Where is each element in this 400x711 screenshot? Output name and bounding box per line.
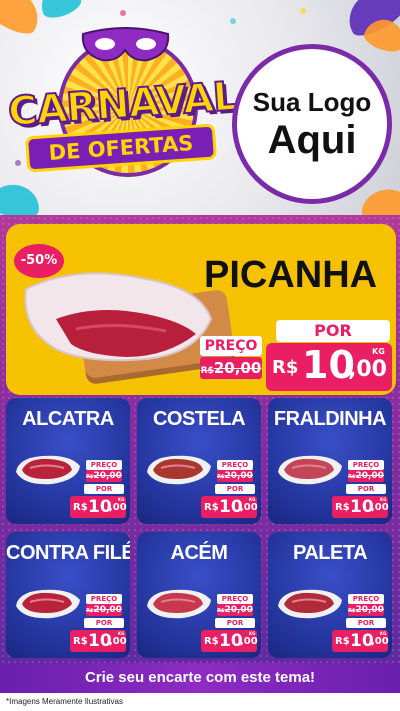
- product-name: PALETA: [292, 542, 368, 564]
- new-price-currency: R$: [73, 636, 88, 647]
- header-banner: CARNAVAL DE OFERTAS Sua Logo Aqui: [0, 0, 400, 215]
- old-price-amount: 20,00: [224, 605, 253, 615]
- new-price-label: POR: [84, 618, 124, 628]
- new-price-label: POR: [346, 618, 386, 628]
- new-price-currency: R$: [73, 502, 88, 513]
- meat-image: [147, 455, 211, 485]
- old-price-amount: 20,00: [93, 605, 122, 615]
- new-price: R$ 10,00 KG: [201, 630, 258, 652]
- product-name: FRALDINHA: [273, 408, 387, 430]
- logo-placeholder-line2: Aqui: [267, 117, 357, 162]
- product-card[interactable]: ACÉM PREÇO R$20,00 POR R$ 10,00 KG: [137, 532, 261, 658]
- featured-product-name: PICANHA: [204, 254, 378, 296]
- new-price-unit: KG: [380, 497, 387, 502]
- cta-banner[interactable]: Crie seu encarte com este tema!: [0, 663, 400, 693]
- product-card[interactable]: CONTRA FILÉ PREÇO R$20,00 POR R$ 10,00 KG: [6, 532, 130, 658]
- old-price: R$20,00: [217, 604, 253, 616]
- new-price-decimal: ,00: [240, 636, 258, 647]
- featured-product-card[interactable]: -50% PICANHA PREÇO R$20,00 POR R$ 10 ,00…: [6, 224, 396, 395]
- new-price-currency: R$: [335, 502, 350, 513]
- new-price-decimal: ,00: [348, 357, 387, 382]
- new-price-decimal: ,00: [109, 502, 127, 513]
- logo-placeholder: Sua Logo Aqui: [232, 44, 392, 204]
- new-price: R$ 10,00 KG: [201, 496, 258, 518]
- new-price: R$ 10,00 KG: [70, 496, 127, 518]
- new-price-unit: KG: [372, 347, 385, 356]
- new-price: R$ 10 ,00 KG: [266, 343, 392, 391]
- meat-image: [278, 455, 342, 485]
- discount-badge: -50%: [14, 244, 64, 278]
- old-price-label: PREÇO: [86, 594, 122, 604]
- old-price: R$20,00: [348, 470, 384, 482]
- new-price-decimal: ,00: [371, 636, 389, 647]
- old-price-label: PREÇO: [348, 594, 384, 604]
- new-price: R$ 10,00 KG: [70, 630, 127, 652]
- old-price: R$20,00: [86, 604, 122, 616]
- new-price-label: POR: [215, 484, 255, 494]
- old-price-amount: 20,00: [355, 605, 384, 615]
- meat-image: [16, 589, 80, 619]
- product-card[interactable]: PALETA PREÇO R$20,00 POR R$ 10,00 KG: [268, 532, 392, 658]
- meat-image: [16, 455, 80, 485]
- product-name: ALCATRA: [22, 408, 114, 430]
- new-price-currency: R$: [204, 502, 219, 513]
- new-price-unit: KG: [118, 631, 125, 636]
- new-price-currency: R$: [204, 636, 219, 647]
- new-price-unit: KG: [249, 631, 256, 636]
- carnaval-logo: CARNAVAL DE OFERTAS: [6, 12, 240, 187]
- product-card[interactable]: ALCATRA PREÇO R$20,00 POR R$ 10,00 KG: [6, 398, 130, 524]
- new-price-label: POR: [84, 484, 124, 494]
- old-price-amount: 20,00: [213, 359, 262, 377]
- product-name: ACÉM: [170, 542, 228, 564]
- new-price-unit: KG: [118, 497, 125, 502]
- old-price-label: PREÇO: [217, 594, 253, 604]
- new-price-decimal: ,00: [240, 502, 258, 513]
- meat-image: [147, 589, 211, 619]
- product-name: COSTELA: [152, 408, 246, 430]
- product-card[interactable]: FRALDINHA PREÇO R$20,00 POR R$ 10,00 KG: [268, 398, 392, 524]
- confetti-dot: [230, 18, 236, 24]
- new-price-unit: KG: [380, 631, 387, 636]
- new-price-label: POR: [346, 484, 386, 494]
- new-price-currency: R$: [335, 636, 350, 647]
- old-price: R$20,00: [86, 470, 122, 482]
- logo-placeholder-line1: Sua Logo: [252, 86, 372, 117]
- new-price-decimal: ,00: [109, 636, 127, 647]
- new-price: R$ 10,00 KG: [332, 496, 389, 518]
- old-price-label: PREÇO: [348, 460, 384, 470]
- new-price-decimal: ,00: [371, 502, 389, 513]
- new-price-label: POR: [215, 618, 255, 628]
- new-price: R$ 10,00 KG: [332, 630, 389, 652]
- old-price-label: PREÇO: [86, 460, 122, 470]
- product-card[interactable]: COSTELA PREÇO R$20,00 POR R$ 10,00 KG: [137, 398, 261, 524]
- disclaimer-text: *Imagens Meramente Ilustrativas: [6, 697, 123, 706]
- product-name: CONTRA FILÉ: [6, 542, 130, 564]
- new-price-integer: 10: [302, 343, 355, 387]
- feather-decoration: [356, 184, 400, 215]
- new-price-label: POR: [276, 320, 390, 342]
- old-price-label: PREÇO: [217, 460, 253, 470]
- old-price-amount: 20,00: [224, 471, 253, 481]
- carnival-mask-icon: [81, 27, 170, 62]
- old-price-amount: 20,00: [93, 471, 122, 481]
- confetti-dot: [300, 8, 306, 14]
- old-price: R$20,00: [217, 470, 253, 482]
- new-price-unit: KG: [249, 497, 256, 502]
- old-price: R$20,00: [348, 604, 384, 616]
- old-price-amount: 20,00: [355, 471, 384, 481]
- meat-image: [278, 589, 342, 619]
- new-price-currency: R$: [272, 357, 299, 378]
